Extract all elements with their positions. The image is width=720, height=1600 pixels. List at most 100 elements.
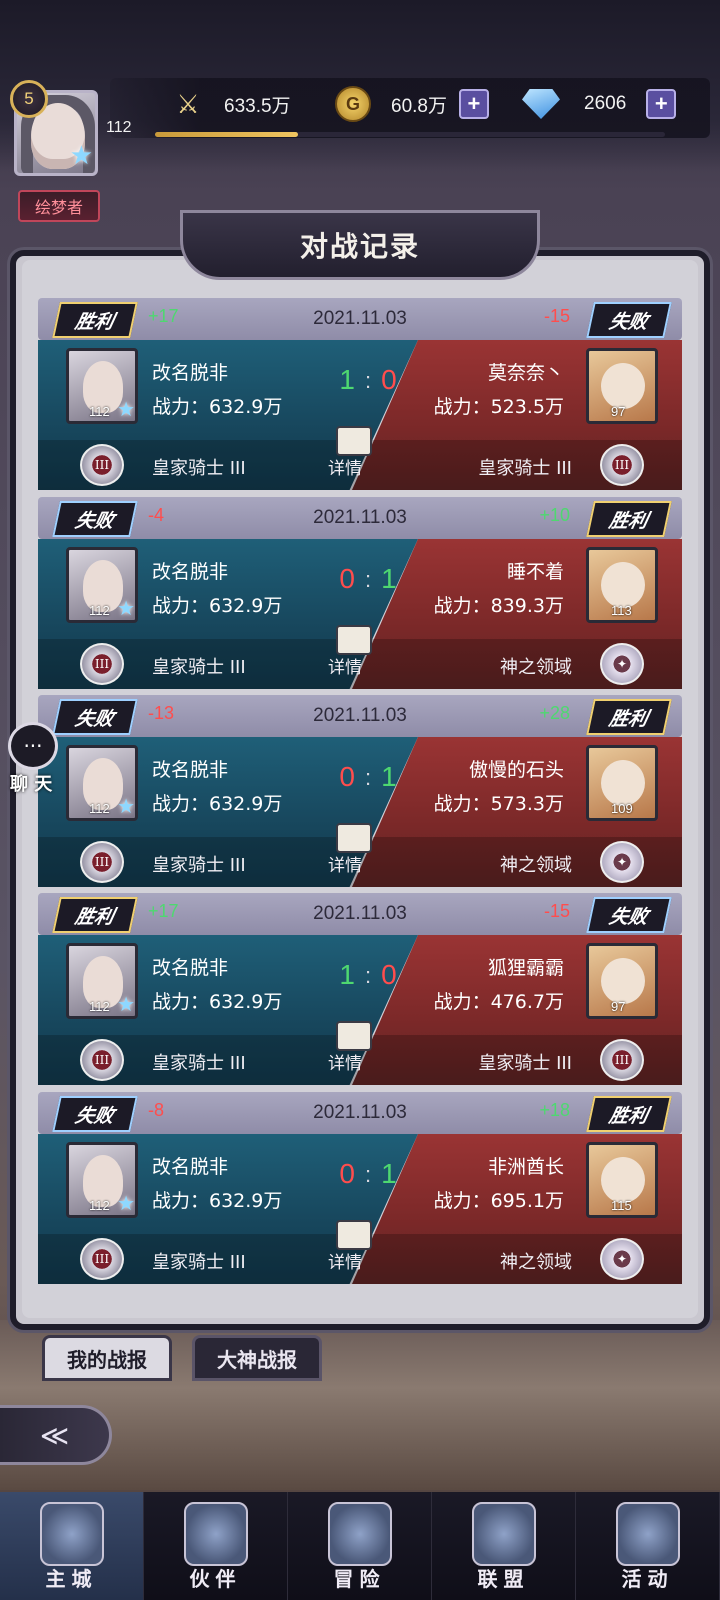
details-link[interactable]: 详情 <box>328 851 362 876</box>
scroll-icon[interactable] <box>336 1220 372 1250</box>
star-icon: ★ <box>69 141 93 171</box>
details-link[interactable]: 详情 <box>328 653 362 678</box>
royal-knight-rank-icon: III <box>80 643 124 685</box>
power-value: 633.5万 <box>224 95 291 117</box>
add-diamond-button[interactable]: + <box>646 89 677 119</box>
nav-events[interactable]: 活动 <box>576 1492 720 1600</box>
opp-points: +28 <box>539 703 570 723</box>
score-left: 0 <box>339 761 355 792</box>
my-avatar[interactable]: 112 ★ <box>66 348 138 424</box>
compass-icon <box>327 1502 392 1566</box>
my-level: 112 <box>89 404 110 419</box>
my-rank: 皇家骑士 III <box>152 458 246 479</box>
scroll-icon[interactable] <box>336 426 372 456</box>
gold-value: 60.8万 <box>391 95 447 117</box>
my-power: 战力：632.9万 <box>152 1190 283 1212</box>
battle-record[interactable]: 2021.11.03 失败 -13 +28 胜利 112 ★ 改名脱非 战力：632.9万 III… <box>38 695 682 887</box>
my-name: 改名脱非 <box>152 561 229 583</box>
add-gold-button[interactable]: + <box>458 89 489 119</box>
opp-avatar[interactable]: 97 <box>586 348 658 424</box>
diamond-icon <box>522 89 560 119</box>
sword-icon: ⚔ <box>176 88 200 119</box>
my-name: 改名脱非 <box>152 362 229 384</box>
star-icon: ★ <box>117 1191 135 1215</box>
score-left: 1 <box>339 959 355 990</box>
gold-display: G 60.8万 + <box>335 86 489 122</box>
nav-alliance[interactable]: 联盟 <box>432 1492 576 1600</box>
my-avatar[interactable]: 112 ★ <box>66 745 138 821</box>
exp-bar-fill <box>155 132 298 137</box>
scroll-icon[interactable] <box>336 823 372 853</box>
opp-level: 113 <box>611 603 632 618</box>
opp-rank: 神之领域 <box>500 855 572 876</box>
opp-power: 战力：839.3万 <box>433 595 564 617</box>
my-avatar[interactable]: 112 ★ <box>66 547 138 623</box>
divine-rank-icon: ✦ <box>600 643 644 685</box>
battle-record[interactable]: 2021.11.03 胜利 +17 -15 失败 112 ★ 改名脱非 战力：632.9万 III… <box>38 298 682 490</box>
my-avatar[interactable]: 112 ★ <box>66 943 138 1019</box>
match-score: 0:1 <box>318 761 418 795</box>
scroll-icon[interactable] <box>336 1021 372 1051</box>
diamond-display: 2606 + <box>522 86 677 122</box>
my-avatar[interactable]: 112 ★ <box>66 1142 138 1218</box>
opp-level: 115 <box>611 1198 632 1213</box>
my-rank: 皇家骑士 III <box>152 855 246 876</box>
details-link[interactable]: 详情 <box>328 454 362 479</box>
my-rank: 皇家骑士 III <box>152 1252 246 1273</box>
my-rank: 皇家骑士 III <box>152 657 246 678</box>
battle-record[interactable]: 2021.11.03 胜利 +17 -15 失败 112 ★ 改名脱非 战力：632.9万 III… <box>38 893 682 1085</box>
details-link[interactable]: 详情 <box>328 1049 362 1074</box>
opp-result-badge: 胜利 <box>586 1096 672 1132</box>
opp-power: 战力：476.7万 <box>433 991 564 1013</box>
score-right: 1 <box>381 563 397 594</box>
chat-label: 聊 天 <box>10 774 53 795</box>
opp-rank: 神之领域 <box>500 657 572 678</box>
star-icon: ★ <box>117 596 135 620</box>
opp-rank: 皇家骑士 III <box>478 1053 572 1074</box>
score-left: 0 <box>339 563 355 594</box>
witch-hat-icon <box>183 1502 248 1566</box>
my-level: 112 <box>89 603 110 618</box>
tab-top-reports[interactable]: 大神战报 <box>192 1335 322 1381</box>
opp-level: 109 <box>611 801 633 816</box>
my-power: 战力：632.9万 <box>152 396 283 418</box>
my-power: 战力：632.9万 <box>152 991 283 1013</box>
opp-points: -15 <box>543 306 570 326</box>
my-level: 112 <box>89 1198 110 1213</box>
royal-knight-rank-icon: III <box>80 1238 124 1280</box>
nav-partners[interactable]: 伙伴 <box>144 1492 288 1600</box>
diamond-value: 2606 <box>584 93 627 114</box>
scroll-icon[interactable] <box>336 625 372 655</box>
opp-avatar[interactable]: 113 <box>586 547 658 623</box>
opp-points: +10 <box>539 505 570 525</box>
royal-knight-rank-icon: III <box>80 1039 124 1081</box>
nav-main-city[interactable]: 主城 <box>0 1492 144 1600</box>
details-link[interactable]: 详情 <box>328 1248 362 1273</box>
tab-bar: 我的战报 大神战报 <box>42 1335 322 1385</box>
back-button[interactable]: ≪ <box>0 1405 112 1465</box>
score-right: 0 <box>381 959 397 990</box>
opp-power: 战力：573.3万 <box>433 793 564 815</box>
battle-record[interactable]: 2021.11.03 失败 -8 +18 胜利 112 ★ 改名脱非 战力：632.9万 III 皇… <box>38 1092 682 1284</box>
tab-my-reports[interactable]: 我的战报 <box>42 1335 172 1381</box>
my-level: 112 <box>89 999 110 1014</box>
opp-avatar[interactable]: 97 <box>586 943 658 1019</box>
battle-record[interactable]: 2021.11.03 失败 -4 +10 胜利 112 ★ 改名脱非 战力：632.9万 III 皇… <box>38 497 682 689</box>
nav-adventure[interactable]: 冒险 <box>288 1492 432 1600</box>
nav-label: 主城 <box>45 1567 98 1591</box>
royal-knight-rank-icon: III <box>80 444 124 486</box>
royal-knight-rank-icon: III <box>600 444 644 486</box>
opp-power: 战力：695.1万 <box>433 1190 564 1212</box>
score-right: 0 <box>381 364 397 395</box>
opp-name: 狐狸霸霸 <box>487 957 564 979</box>
back-arrow-icon: ≪ <box>39 1418 70 1452</box>
opp-level: 97 <box>611 404 626 419</box>
exp-bar <box>155 132 665 137</box>
opp-avatar[interactable]: 115 <box>586 1142 658 1218</box>
opp-avatar[interactable]: 109 <box>586 745 658 821</box>
opp-result-badge: 失败 <box>586 302 672 338</box>
chat-button[interactable]: ··· 聊 天 <box>6 722 62 795</box>
my-result-badge: 胜利 <box>52 897 138 933</box>
my-power: 战力：632.9万 <box>152 793 283 815</box>
opp-level: 97 <box>611 999 626 1014</box>
